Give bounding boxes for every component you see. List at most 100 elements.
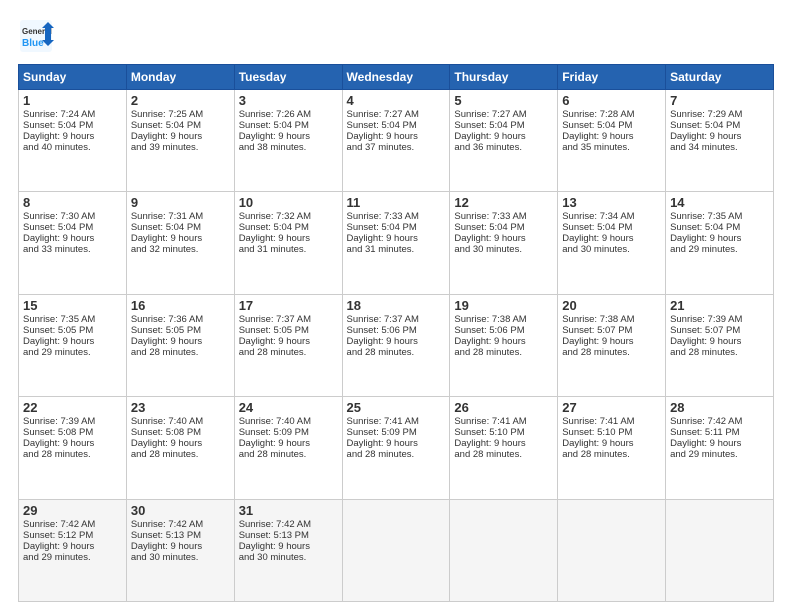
day-info-line: Sunset: 5:04 PM <box>347 222 446 233</box>
day-number: 18 <box>347 298 446 313</box>
day-number: 17 <box>239 298 338 313</box>
day-info-line: Daylight: 9 hours <box>239 438 338 449</box>
day-info-line: Sunrise: 7:35 AM <box>23 314 122 325</box>
day-info-line: Sunrise: 7:33 AM <box>454 211 553 222</box>
day-number: 22 <box>23 400 122 415</box>
calendar-cell: 17Sunrise: 7:37 AMSunset: 5:05 PMDayligh… <box>234 294 342 396</box>
day-number: 4 <box>347 93 446 108</box>
day-info-line: Daylight: 9 hours <box>239 336 338 347</box>
day-info-line: and 30 minutes. <box>562 244 661 255</box>
header-day-thursday: Thursday <box>450 65 558 90</box>
day-info-line: Daylight: 9 hours <box>562 336 661 347</box>
logo: General Blue <box>18 18 54 54</box>
day-info-line: Daylight: 9 hours <box>562 131 661 142</box>
week-row-4: 22Sunrise: 7:39 AM Sunset: 5:08 PM Dayligh… <box>19 397 774 499</box>
calendar-cell: 20Sunrise: 7:38 AMSunset: 5:07 PMDayligh… <box>558 294 666 396</box>
day-info-line: Sunset: 5:04 PM <box>454 222 553 233</box>
day-info-line: and 28 minutes. <box>239 347 338 358</box>
day-number: 7 <box>670 93 769 108</box>
day-info-line: Daylight: 9 hours <box>670 336 769 347</box>
day-info-line: Sunset: 5:04 PM <box>347 120 446 131</box>
day-info-line: Sunset: 5:04 PM <box>239 222 338 233</box>
week-row-3: 15Sunrise: 7:35 AMSunset: 5:05 PMDayligh… <box>19 294 774 396</box>
calendar-cell: 1Sunrise: 7:24 AMSunset: 5:04 PMDaylight… <box>19 90 127 192</box>
day-info-line: Sunrise: 7:34 AM <box>562 211 661 222</box>
day-info-line: Sunrise: 7:25 AM <box>131 109 230 120</box>
calendar-cell: 31Sunrise: 7:42 AMSunset: 5:13 PMDayligh… <box>234 499 342 601</box>
logo-flag-icon: General Blue <box>18 18 54 54</box>
day-number: 2 <box>131 93 230 108</box>
day-info-line: Sunrise: 7:39 AM <box>670 314 769 325</box>
calendar-table: SundayMondayTuesdayWednesdayThursdayFrid… <box>18 64 774 602</box>
week-row-2: 8Sunrise: 7:30 AMSunset: 5:04 PMDaylight… <box>19 192 774 294</box>
calendar-cell: 12Sunrise: 7:33 AMSunset: 5:04 PMDayligh… <box>450 192 558 294</box>
day-info-line: and 28 minutes. <box>239 449 338 460</box>
day-info-line: and 29 minutes. <box>670 449 769 460</box>
day-info-line: Daylight: 9 hours <box>23 336 122 347</box>
day-info-line: Sunset: 5:11 PM <box>670 427 769 438</box>
day-info-line: Sunset: 5:04 PM <box>131 222 230 233</box>
day-info-line: Sunrise: 7:33 AM <box>347 211 446 222</box>
day-info-line: Daylight: 9 hours <box>239 233 338 244</box>
day-info-line: Sunset: 5:10 PM <box>562 427 661 438</box>
header-day-saturday: Saturday <box>666 65 774 90</box>
day-number: 3 <box>239 93 338 108</box>
calendar-cell: 6Sunrise: 7:28 AMSunset: 5:04 PMDaylight… <box>558 90 666 192</box>
calendar-cell: 24Sunrise: 7:40 AMSunset: 5:09 PMDayligh… <box>234 397 342 499</box>
day-info-line: Sunrise: 7:29 AM <box>670 109 769 120</box>
day-number: 15 <box>23 298 122 313</box>
calendar-cell: 3Sunrise: 7:26 AMSunset: 5:04 PMDaylight… <box>234 90 342 192</box>
day-info-line: Sunset: 5:10 PM <box>454 427 553 438</box>
day-info-line: Sunset: 5:04 PM <box>454 120 553 131</box>
day-number: 12 <box>454 195 553 210</box>
day-info-line: Sunrise: 7:39 AM <box>23 416 122 427</box>
day-info-line: Sunrise: 7:38 AM <box>454 314 553 325</box>
day-info-line: Sunset: 5:08 PM <box>131 427 230 438</box>
day-info-line: and 31 minutes. <box>347 244 446 255</box>
day-info-line: Sunrise: 7:38 AM <box>562 314 661 325</box>
day-number: 24 <box>239 400 338 415</box>
day-number: 13 <box>562 195 661 210</box>
day-number: 19 <box>454 298 553 313</box>
header: General Blue <box>18 18 774 54</box>
day-info-line: and 32 minutes. <box>131 244 230 255</box>
day-info-line: Sunset: 5:13 PM <box>131 530 230 541</box>
calendar-cell: 11Sunrise: 7:33 AMSunset: 5:04 PMDayligh… <box>342 192 450 294</box>
day-info-line: Sunrise: 7:37 AM <box>239 314 338 325</box>
day-info-line: Daylight: 9 hours <box>131 336 230 347</box>
day-number: 11 <box>347 195 446 210</box>
day-info-line: Sunset: 5:13 PM <box>239 530 338 541</box>
day-info-line: Sunset: 5:09 PM <box>239 427 338 438</box>
calendar-cell: 9Sunrise: 7:31 AMSunset: 5:04 PMDaylight… <box>126 192 234 294</box>
calendar-cell: 23Sunrise: 7:40 AMSunset: 5:08 PMDayligh… <box>126 397 234 499</box>
day-info-line: Sunset: 5:07 PM <box>562 325 661 336</box>
day-info-line: Sunrise: 7:27 AM <box>454 109 553 120</box>
day-info-line: and 28 minutes. <box>670 347 769 358</box>
day-info-line: Sunrise: 7:42 AM <box>670 416 769 427</box>
day-number: 23 <box>131 400 230 415</box>
day-info-line: and 28 minutes. <box>562 449 661 460</box>
day-info-line: Daylight: 9 hours <box>454 336 553 347</box>
day-info-line: Sunrise: 7:35 AM <box>670 211 769 222</box>
day-info-line: Sunrise: 7:41 AM <box>454 416 553 427</box>
day-info-line: and 28 minutes. <box>23 449 122 460</box>
day-info-line: Sunrise: 7:42 AM <box>131 519 230 530</box>
day-number: 16 <box>131 298 230 313</box>
calendar-cell <box>342 499 450 601</box>
day-info-line: Sunset: 5:09 PM <box>347 427 446 438</box>
calendar-cell: 28Sunrise: 7:42 AMSunset: 5:11 PMDayligh… <box>666 397 774 499</box>
calendar-cell: 19Sunrise: 7:38 AMSunset: 5:06 PMDayligh… <box>450 294 558 396</box>
day-info-line: Daylight: 9 hours <box>347 438 446 449</box>
day-info-line: Sunset: 5:05 PM <box>23 325 122 336</box>
day-info-line: Sunset: 5:05 PM <box>131 325 230 336</box>
header-day-friday: Friday <box>558 65 666 90</box>
week-row-1: 1Sunrise: 7:24 AMSunset: 5:04 PMDaylight… <box>19 90 774 192</box>
day-info-line: Sunrise: 7:31 AM <box>131 211 230 222</box>
day-info-line: and 28 minutes. <box>454 449 553 460</box>
calendar-cell <box>666 499 774 601</box>
day-number: 29 <box>23 503 122 518</box>
day-info-line: Sunrise: 7:26 AM <box>239 109 338 120</box>
day-info-line: Sunset: 5:04 PM <box>23 222 122 233</box>
day-info-line: Daylight: 9 hours <box>347 131 446 142</box>
calendar-cell: 4Sunrise: 7:27 AMSunset: 5:04 PMDaylight… <box>342 90 450 192</box>
